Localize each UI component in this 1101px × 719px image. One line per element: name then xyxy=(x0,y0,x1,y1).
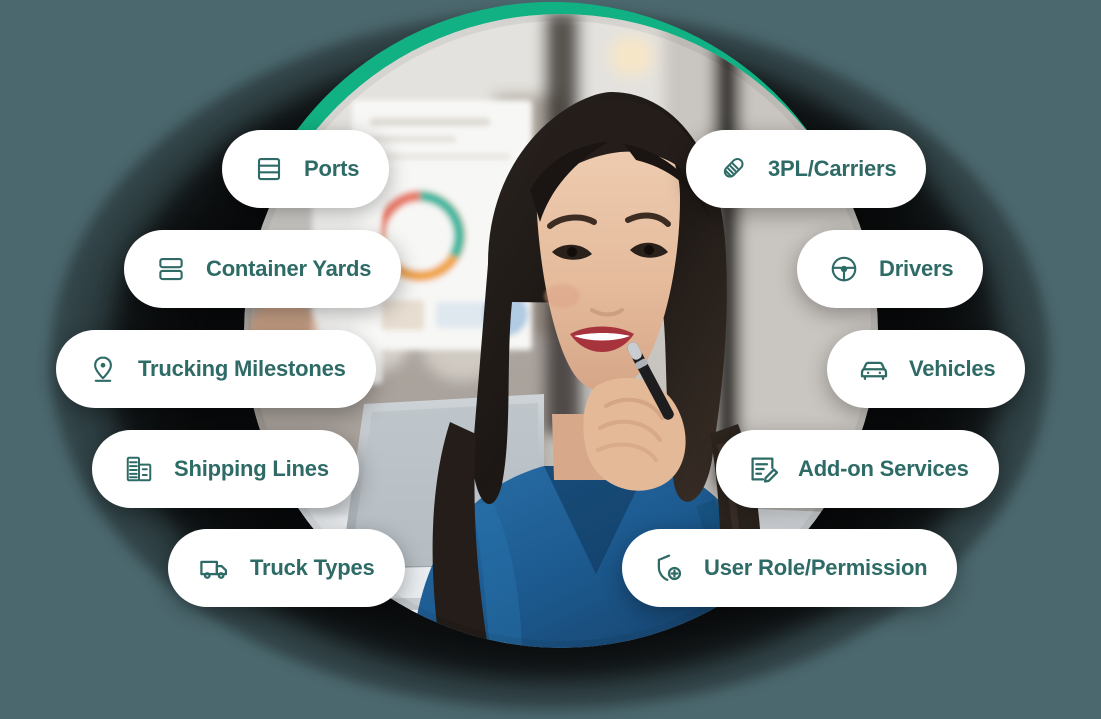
pill-user-role-permission[interactable]: User Role/Permission xyxy=(622,529,958,607)
pill-label: Truck Types xyxy=(250,555,375,580)
pill-label: Vehicles xyxy=(909,356,996,381)
pill-trucking-milestones[interactable]: Trucking Milestones xyxy=(56,330,376,408)
delivery-truck-icon xyxy=(198,551,232,585)
server-stack-icon xyxy=(252,152,286,186)
steering-wheel-icon xyxy=(827,252,861,286)
pill-label: User Role/Permission xyxy=(704,555,928,580)
pill-truck-types[interactable]: Truck Types xyxy=(168,529,405,607)
shield-plus-icon xyxy=(652,551,686,585)
car-front-icon xyxy=(857,352,891,386)
map-pin-icon xyxy=(86,352,120,386)
pill-shipping-lines[interactable]: Shipping Lines xyxy=(92,430,359,508)
pill-label: Drivers xyxy=(879,256,954,281)
pill-label: Add-on Services xyxy=(798,456,969,481)
pill-container-yards[interactable]: Container Yards xyxy=(124,230,402,308)
pill-addon-services[interactable]: Add-on Services xyxy=(716,430,999,508)
pill-3pl-carriers[interactable]: 3PL/Carriers xyxy=(686,130,927,208)
pill-drivers[interactable]: Drivers xyxy=(797,230,984,308)
pill-label: Ports xyxy=(304,156,360,181)
pill-label: 3PL/Carriers xyxy=(768,156,897,181)
pill-label: Container Yards xyxy=(206,256,372,281)
pill-label: Trucking Milestones xyxy=(138,356,346,381)
pill-ports[interactable]: Ports xyxy=(222,130,390,208)
hero-graphic: Ports Container Yards Trucking Milestone… xyxy=(0,0,1101,719)
handshake-icon xyxy=(716,152,750,186)
office-building-icon xyxy=(122,452,156,486)
container-rows-icon xyxy=(154,252,188,286)
document-edit-icon xyxy=(746,452,780,486)
pill-vehicles[interactable]: Vehicles xyxy=(827,330,1026,408)
pill-label: Shipping Lines xyxy=(174,456,329,481)
